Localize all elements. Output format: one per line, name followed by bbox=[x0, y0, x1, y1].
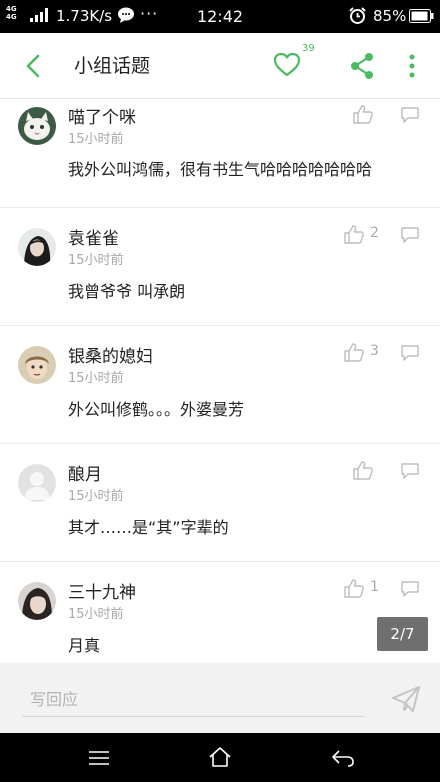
comment-text: 月真 bbox=[68, 636, 101, 655]
like-count: 2 bbox=[370, 225, 379, 241]
back-icon[interactable] bbox=[331, 748, 355, 768]
comment-author[interactable]: 喵了个咪 bbox=[68, 103, 136, 128]
reply-icon[interactable] bbox=[400, 226, 420, 244]
comment-text: 我曾爷爷 叫承朗 bbox=[68, 282, 186, 301]
heart-icon[interactable] bbox=[273, 51, 301, 79]
system-nav-bar bbox=[0, 733, 440, 782]
comment-text: 我外公叫鸿儒，很有书生气哈哈哈哈哈哈哈 bbox=[68, 160, 373, 179]
like-count: 1 bbox=[370, 579, 379, 595]
page-title: 小组话题 bbox=[74, 55, 151, 77]
cat-avatar[interactable] bbox=[18, 107, 56, 145]
app-header: 小组话题 39 bbox=[0, 33, 440, 99]
battery-level: 85% bbox=[373, 7, 407, 25]
girl-avatar[interactable] bbox=[18, 228, 56, 266]
comment-item: 袁雀雀 15小时前 我曾爷爷 叫承朗 2 bbox=[0, 208, 440, 326]
comment-time: 15小时前 bbox=[68, 489, 124, 504]
battery-icon bbox=[409, 9, 434, 23]
comment-author[interactable]: 三十九神 bbox=[68, 578, 136, 603]
more-options-icon[interactable] bbox=[404, 52, 420, 80]
comment-item: 酿月 15小时前 其才……是“其”字辈的 bbox=[0, 444, 440, 562]
send-icon[interactable] bbox=[391, 685, 421, 713]
home-icon[interactable] bbox=[208, 746, 232, 768]
alarm-icon bbox=[349, 7, 366, 24]
comment-author[interactable]: 银桑的媳妇 bbox=[68, 342, 153, 367]
reply-icon[interactable] bbox=[400, 580, 420, 598]
comment-list[interactable]: 喵了个咪 15小时前 我外公叫鸿儒，很有书生气哈哈哈哈哈哈哈 袁雀雀 15小时前… bbox=[0, 100, 440, 662]
thumbs-up-icon[interactable] bbox=[352, 460, 374, 480]
comment-text: 其才……是“其”字辈的 bbox=[68, 518, 229, 537]
status-bar: 4G 4G 1.73K/s ··· 12:42 85% bbox=[0, 0, 440, 33]
reply-bar bbox=[0, 663, 440, 733]
thumbs-up-icon[interactable] bbox=[352, 104, 374, 124]
thumbs-up-icon[interactable] bbox=[343, 224, 365, 244]
comment-text: 外公叫修鹤。。。外婆曼芳 bbox=[68, 400, 245, 419]
comment-item: 三十九神 15小时前 月真 1 bbox=[0, 562, 440, 662]
anime-avatar[interactable] bbox=[18, 346, 56, 384]
reply-input[interactable] bbox=[22, 683, 365, 717]
portrait-avatar[interactable] bbox=[18, 582, 56, 620]
back-arrow-icon[interactable] bbox=[22, 53, 46, 79]
reply-icon[interactable] bbox=[400, 462, 420, 480]
comment-item: 喵了个咪 15小时前 我外公叫鸿儒，很有书生气哈哈哈哈哈哈哈 bbox=[0, 100, 440, 208]
comment-author[interactable]: 袁雀雀 bbox=[68, 224, 119, 249]
reply-icon[interactable] bbox=[400, 344, 420, 362]
comment-author[interactable]: 酿月 bbox=[68, 460, 102, 485]
thumbs-up-icon[interactable] bbox=[343, 578, 365, 598]
menu-icon[interactable] bbox=[88, 749, 110, 767]
comment-time: 15小时前 bbox=[68, 253, 124, 268]
reply-icon[interactable] bbox=[400, 106, 420, 124]
thumbs-up-icon[interactable] bbox=[343, 342, 365, 362]
like-count-badge: 39 bbox=[302, 43, 315, 54]
comment-time: 15小时前 bbox=[68, 132, 124, 147]
share-icon[interactable] bbox=[349, 52, 375, 80]
page-indicator[interactable]: 2/7 bbox=[377, 617, 428, 651]
comment-time: 15小时前 bbox=[68, 607, 124, 622]
comment-item: 银桑的媳妇 15小时前 外公叫修鹤。。。外婆曼芳 3 bbox=[0, 326, 440, 444]
like-count: 3 bbox=[370, 343, 379, 359]
comment-time: 15小时前 bbox=[68, 371, 124, 386]
default-avatar[interactable] bbox=[18, 464, 56, 502]
